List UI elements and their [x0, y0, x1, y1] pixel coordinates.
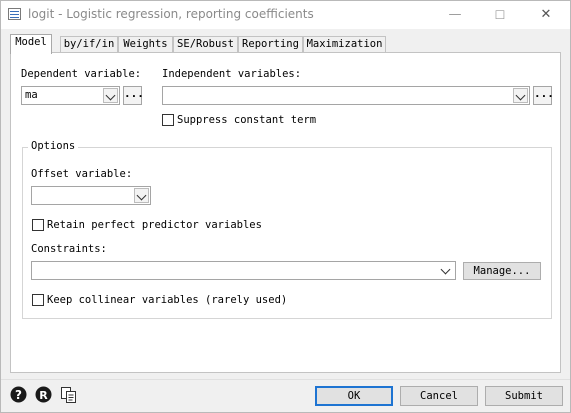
cancel-button[interactable]: Cancel	[400, 386, 478, 406]
dependent-dropdown-button[interactable]	[103, 88, 118, 103]
suppress-constant-checkbox[interactable]	[162, 114, 174, 126]
submit-button[interactable]: Submit	[485, 386, 563, 406]
window-title: logit - Logistic regression, reporting c…	[28, 7, 314, 21]
dependent-variable-label: Dependent variable:	[21, 68, 142, 80]
independent-browse-button[interactable]: ...	[533, 86, 554, 105]
constraints-label: Constraints:	[31, 243, 107, 255]
tab-weights[interactable]: Weights	[118, 36, 173, 53]
constraints-dropdown-button[interactable]	[439, 263, 454, 278]
offset-variable-label: Offset variable:	[31, 168, 133, 180]
keep-collinear-checkbox[interactable]	[32, 294, 44, 306]
footer-separator	[1, 379, 570, 380]
close-button[interactable]: ✕	[531, 5, 561, 25]
reset-icon[interactable]: R	[35, 386, 52, 403]
maximize-button[interactable]: ☐	[485, 5, 515, 25]
manage-constraints-button[interactable]: Manage...	[463, 262, 541, 280]
independent-variables-label: Independent variables:	[162, 68, 302, 80]
suppress-constant-label: Suppress constant term	[177, 114, 317, 126]
dependent-variable-value: ma	[25, 89, 38, 101]
retain-perfect-predictor-checkbox[interactable]	[32, 219, 44, 231]
keep-collinear-label: Keep collinear variables (rarely used)	[47, 294, 288, 306]
chevron-down-icon	[105, 90, 116, 101]
dialog-window: logit - Logistic regression, reporting c…	[0, 0, 571, 413]
independent-dropdown-button[interactable]	[513, 88, 528, 103]
options-group-label: Options	[28, 140, 79, 152]
independent-variables-combo[interactable]	[162, 86, 530, 105]
tab-se-robust[interactable]: SE/Robust	[173, 36, 238, 53]
offset-variable-combo[interactable]	[31, 186, 151, 205]
tab-reporting[interactable]: Reporting	[238, 36, 303, 53]
tab-model[interactable]: Model	[10, 34, 52, 54]
svg-text:?: ?	[15, 388, 22, 402]
minimize-button[interactable]: —	[440, 5, 470, 25]
chevron-down-icon	[515, 90, 526, 101]
chevron-down-icon	[440, 264, 451, 275]
dialog-app-icon	[8, 8, 21, 20]
ok-button[interactable]: OK	[315, 386, 393, 406]
copy-command-icon[interactable]	[60, 386, 77, 403]
constraints-combo[interactable]	[31, 261, 456, 280]
offset-dropdown-button[interactable]	[134, 188, 149, 203]
tab-maximization[interactable]: Maximization	[303, 36, 386, 53]
title-bar: logit - Logistic regression, reporting c…	[1, 1, 570, 29]
svg-text:R: R	[39, 389, 48, 402]
retain-perfect-predictor-label: Retain perfect predictor variables	[47, 219, 262, 231]
tab-by-if-in[interactable]: by/if/in	[60, 36, 118, 53]
help-icon[interactable]: ?	[10, 386, 27, 403]
chevron-down-icon	[136, 190, 147, 201]
dependent-variable-combo[interactable]: ma	[21, 86, 120, 105]
dependent-browse-button[interactable]: ...	[123, 86, 144, 105]
